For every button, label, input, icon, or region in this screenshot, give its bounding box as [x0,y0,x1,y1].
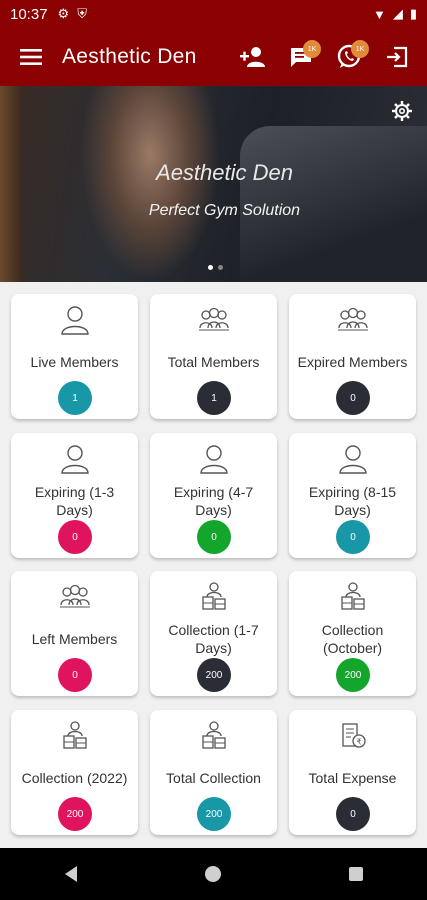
card-count-badge: 0 [58,520,92,554]
dashboard-card[interactable]: Total Collection 200 [150,710,277,835]
person-icon [11,443,138,477]
hamburger-menu-icon[interactable] [0,28,62,86]
carousel-dot [208,265,213,270]
recents-icon[interactable] [347,865,365,883]
group-icon [150,304,277,338]
person-icon [11,304,138,338]
card-count-badge: 200 [197,658,231,692]
dashboard-grid: Live Members 1 Total Members 1 Expired Membe… [0,282,427,848]
card-count-badge: 1 [58,381,92,415]
collection-icon [289,581,416,615]
card-label: Collection (2022) [21,770,128,786]
banner-carousel[interactable]: Aesthetic Den Perfect Gym Solution [0,86,427,282]
card-count-badge: 0 [336,797,370,831]
card-label: Expired Members [297,354,408,370]
logout-icon [387,46,408,68]
card-count-badge: 200 [336,658,370,692]
card-label: Collection (October) [321,622,384,656]
dashboard-card[interactable]: Left Members 0 [11,571,138,696]
group-icon [289,304,416,338]
svg-text:₹: ₹ [356,738,361,747]
signal-icon: ◢ [392,6,403,21]
status-bar: 10:37 ⚙ ⛨ ▼ ◢ ▮ [0,0,427,28]
chat-button[interactable]: 1K [279,35,323,79]
banner-settings-icon[interactable] [391,100,413,122]
card-count-badge: 200 [197,797,231,831]
chat-badge: 1K [303,40,321,58]
expense-icon: ₹ [289,720,416,754]
card-count-badge: 0 [336,381,370,415]
dashboard-card[interactable]: Collection (1-7 Days) 200 [150,571,277,696]
dashboard-card[interactable]: Expiring (4-7 Days) 0 [150,433,277,558]
card-label: Total Collection [166,770,261,786]
dashboard-card[interactable]: Live Members 1 [11,294,138,419]
person-icon [289,443,416,477]
card-count-badge: 0 [336,520,370,554]
add-user-button[interactable] [231,35,275,79]
whatsapp-badge: 1K [351,40,369,58]
card-label: Collection (1-7 Days) [168,622,259,656]
wifi-icon: ▼ [372,6,386,22]
card-label: Expiring (1-3 Days) [34,484,115,518]
collection-icon [11,720,138,754]
carousel-indicator [208,265,223,270]
app-title: Aesthetic Den [62,45,197,68]
group-icon [11,581,138,615]
settings-status-icon: ⚙ [57,6,70,21]
card-label: Expiring (8-15 Days) [308,484,397,518]
add-user-icon [240,47,265,67]
dashboard-card[interactable]: Collection (October) 200 [289,571,416,696]
dashboard-card[interactable]: Expired Members 0 [289,294,416,419]
status-time: 10:37 [10,5,48,23]
shield-status-icon: ⛨ [77,6,87,21]
card-count-badge: 0 [197,520,231,554]
card-count-badge: 0 [58,658,92,692]
card-label: Left Members [31,631,118,647]
card-label: Live Members [30,354,119,370]
back-icon[interactable] [62,865,80,883]
card-label: Expiring (4-7 Days) [173,484,254,518]
battery-icon: ▮ [409,6,417,21]
whatsapp-button[interactable]: 1K [327,35,371,79]
logout-button[interactable] [375,35,419,79]
banner-subtitle: Perfect Gym Solution [148,202,301,219]
banner-title: Aesthetic Den [156,160,293,185]
app-bar: Aesthetic Den 1K 1K [0,28,427,86]
card-label: Total Members [167,354,260,370]
home-icon[interactable] [204,865,222,883]
card-label: Total Expense [308,770,397,786]
carousel-dot [218,265,223,270]
person-icon [150,443,277,477]
collection-icon [150,720,277,754]
card-count-badge: 1 [197,381,231,415]
dashboard-card[interactable]: Expiring (1-3 Days) 0 [11,433,138,558]
collection-icon [150,581,277,615]
card-count-badge: 200 [58,797,92,831]
dashboard-card[interactable]: Collection (2022) 200 [11,710,138,835]
dashboard-card[interactable]: ₹ Total Expense 0 [289,710,416,835]
system-nav-bar [0,848,427,900]
dashboard-card[interactable]: Expiring (8-15 Days) 0 [289,433,416,558]
dashboard-card[interactable]: Total Members 1 [150,294,277,419]
